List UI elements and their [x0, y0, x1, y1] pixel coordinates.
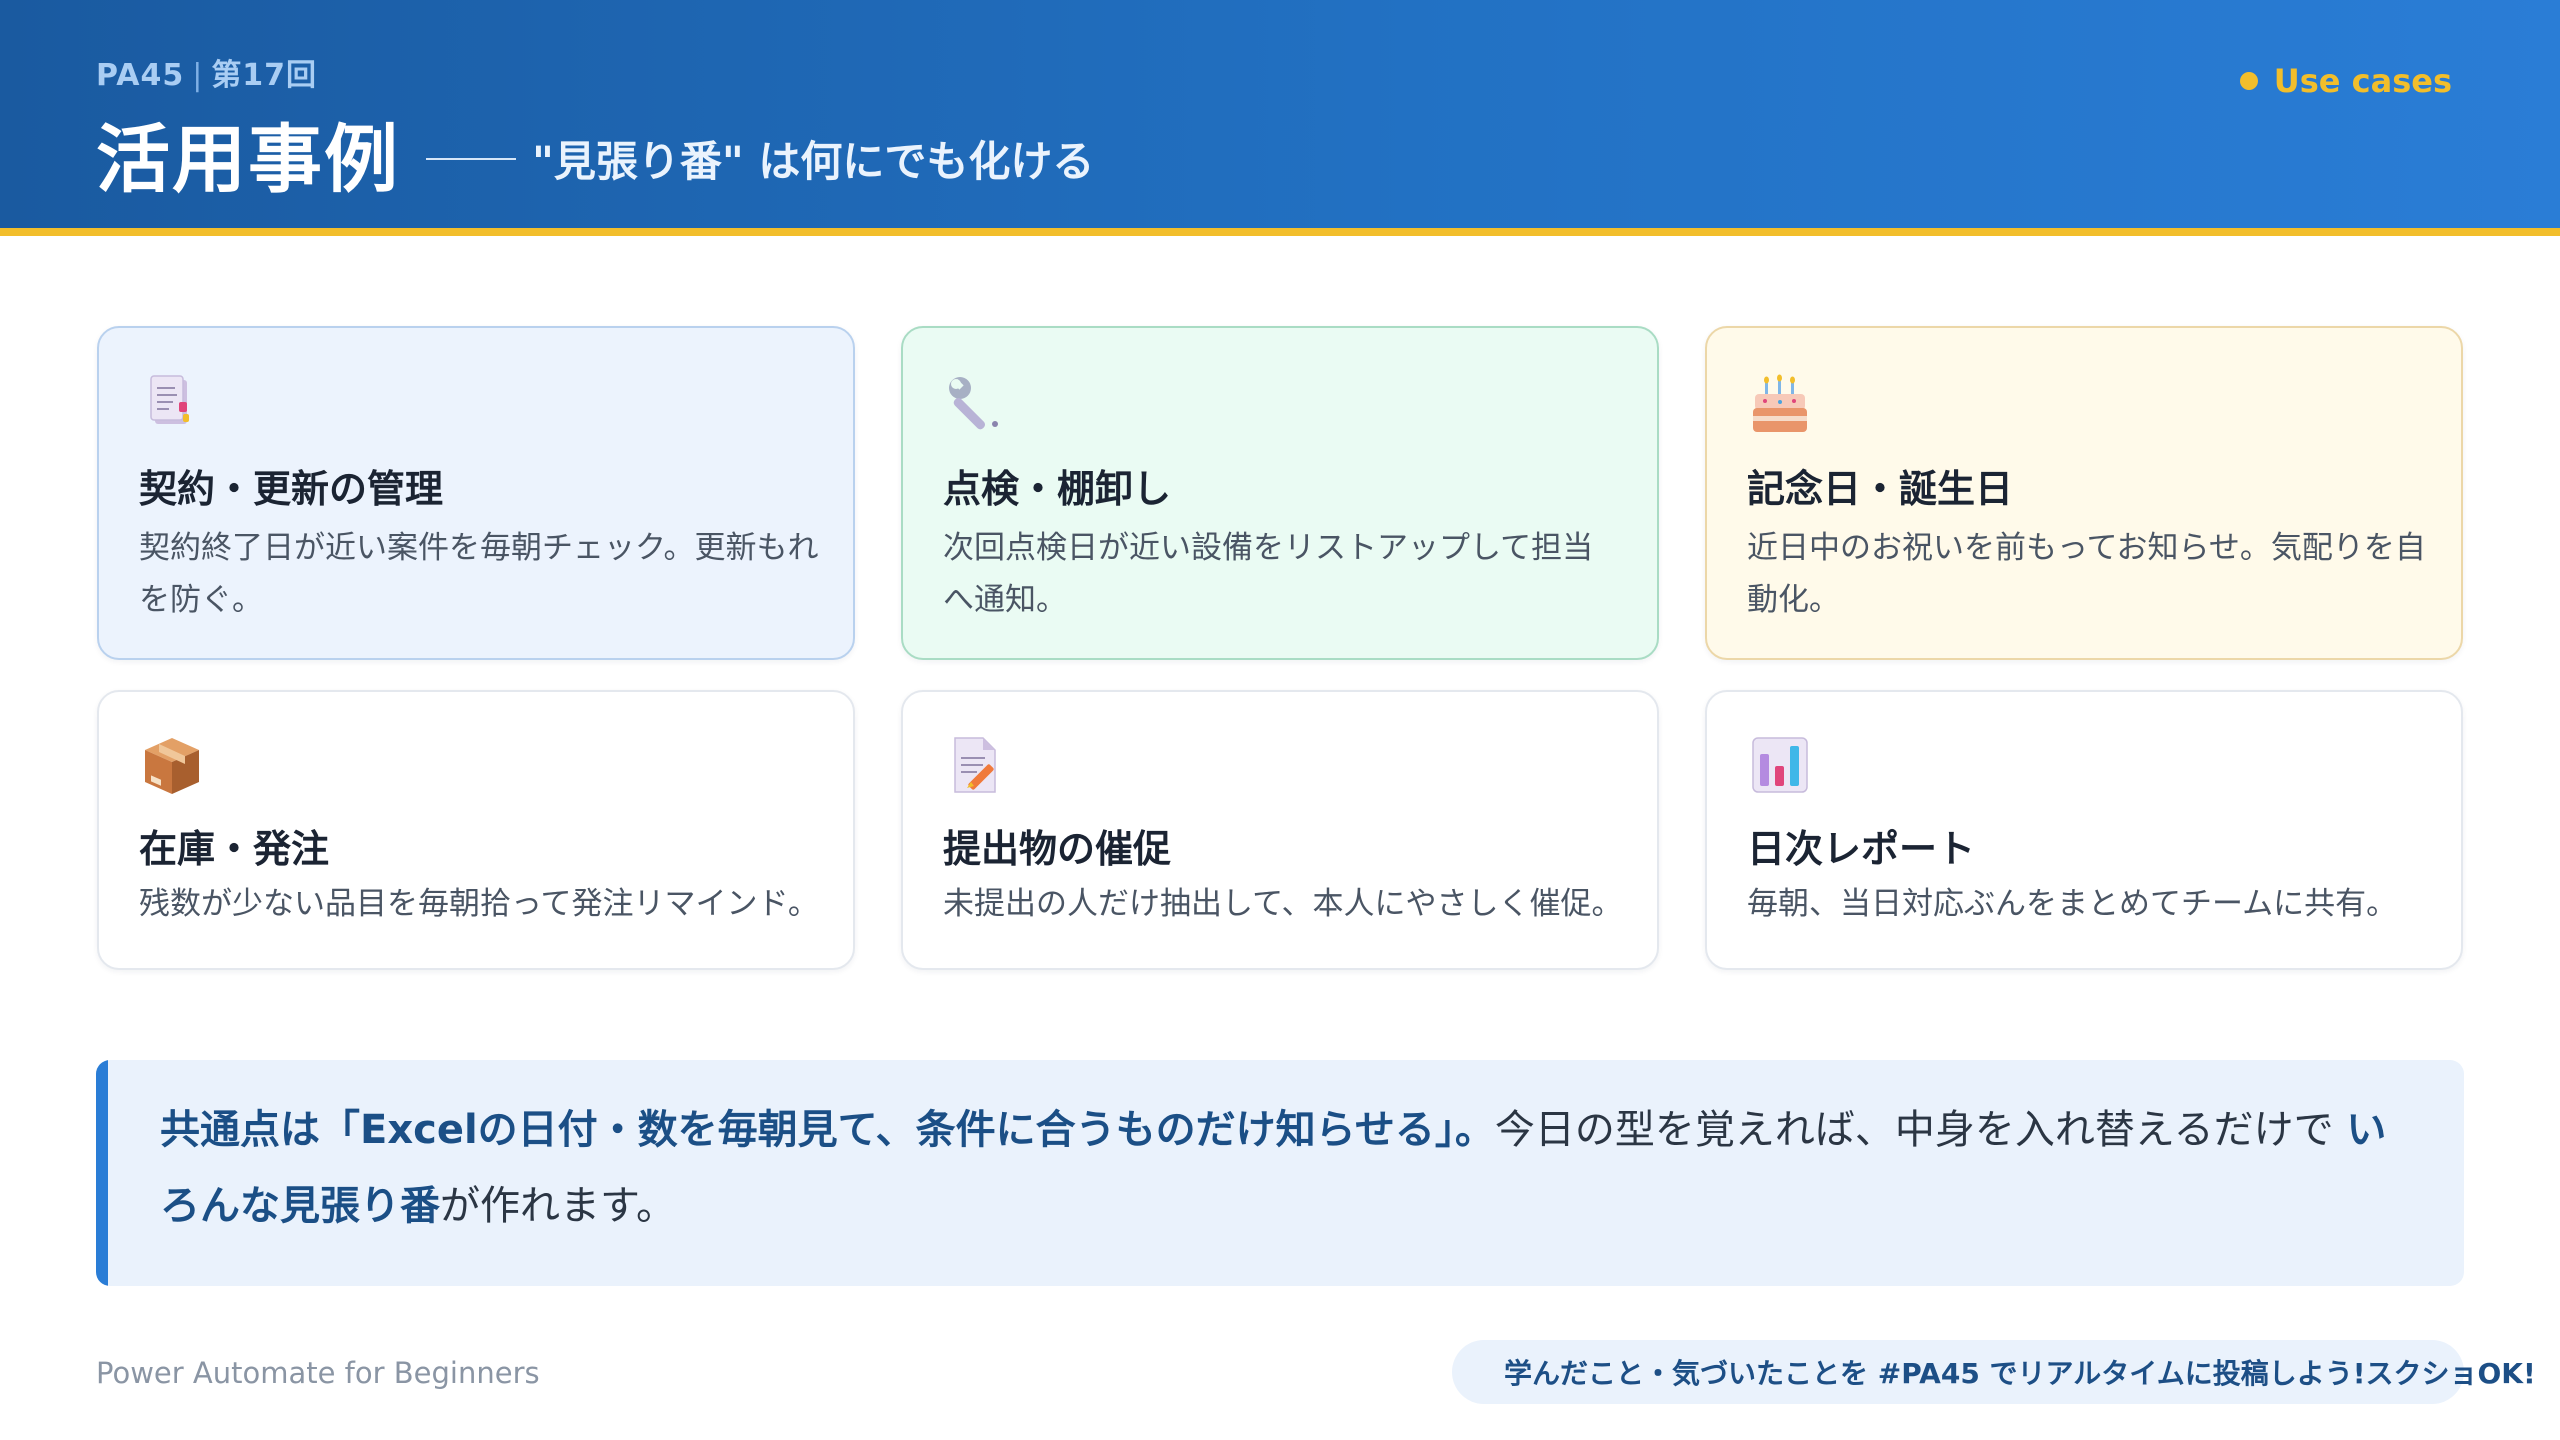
package-box-icon	[145, 738, 199, 794]
callout-text: 共通点は「Excelの日付・数を毎朝見て、条件に合うものだけ知らせる」。今日の型…	[160, 1092, 2420, 1244]
card-description: 近日中のお祝いを前もってお知らせ。気配りを自動化。	[1747, 530, 2426, 618]
header-banner: PA45 | 第17回 活用事例 "見張り番" は何にでも化ける Use cases	[0, 0, 2560, 228]
use-case-card-inspection: 点検・棚卸し 次回点検日が近い設備をリストアップして担当へ通知。	[901, 326, 1659, 660]
callout-lead: 共通点は「Excelの日付・数を毎朝見て、条件に合うものだけ知らせる」。	[160, 1107, 1495, 1153]
use-case-card-contracts: 契約・更新の管理 契約終了日が近い案件を毎朝チェック。更新もれを防ぐ。	[97, 326, 855, 660]
hashtag-prompt-text: 学んだこと・気づいたことを #PA45 でリアルタイムに投稿しよう!スクショOK…	[1504, 1357, 2536, 1390]
page-title: 活用事例	[96, 117, 400, 203]
bullet-dot-icon	[2239, 72, 2258, 90]
session-number: 第17回	[211, 58, 318, 93]
card-title: 点検・棚卸し	[943, 467, 1172, 511]
callout-tail: が作れます。	[440, 1183, 676, 1229]
card-title: 日次レポート	[1747, 827, 1976, 871]
card-description: 毎朝、当日対応ぶんをまとめてチームに共有。	[1747, 886, 2398, 922]
header-accent-rule	[0, 228, 2560, 236]
card-description: 残数が少ない品目を毎朝拾って発注リマインド。	[139, 886, 819, 922]
section-tag: Use cases	[2239, 62, 2452, 100]
callout-middle: 今日の型を覚えれば、中身を入れ替えるだけで	[1494, 1107, 2347, 1153]
use-case-card-inventory: 在庫・発注 残数が少ない品目を毎朝拾って発注リマインド。	[97, 690, 855, 970]
card-title: 記念日・誕生日	[1747, 467, 2014, 511]
use-case-card-anniversary: 記念日・誕生日 近日中のお祝いを前もってお知らせ。気配りを自動化。	[1705, 326, 2463, 660]
card-description: 次回点検日が近い設備をリストアップして担当へ通知。	[943, 530, 1594, 618]
memo-pencil-icon	[954, 737, 996, 793]
card-description: 未提出の人だけ抽出して、本人にやさしく催促。	[943, 886, 1623, 922]
bar-chart-icon	[1752, 737, 1808, 793]
page-subtitle: "見張り番" は何にでも化ける	[426, 118, 1094, 189]
subtitle-text: "見張り番" は何にでも化ける	[532, 137, 1095, 186]
kicker-separator: |	[192, 58, 204, 93]
course-code: PA45	[96, 58, 185, 93]
use-case-card-submissions: 提出物の催促 未提出の人だけ抽出して、本人にやさしく催促。	[901, 690, 1659, 970]
card-title: 提出物の催促	[943, 827, 1172, 871]
footer-brand: Power Automate for Beginners	[96, 1356, 540, 1390]
session-kicker: PA45 | 第17回	[96, 50, 317, 94]
wrench-icon	[949, 377, 998, 430]
birthday-cake-icon	[1753, 374, 1807, 432]
use-case-card-daily-report: 日次レポート 毎朝、当日対応ぶんをまとめてチームに共有。	[1705, 690, 2463, 970]
hashtag-prompt-pill: 学んだこと・気づいたことを #PA45 でリアルタイムに投稿しよう!スクショOK…	[1452, 1340, 2536, 1404]
section-tag-label: Use cases	[2273, 62, 2452, 100]
contract-document-icon	[150, 375, 189, 424]
callout-accent-bar	[96, 1060, 108, 1286]
subtitle-dash	[426, 157, 516, 160]
title-row: 活用事例 "見張り番" は何にでも化ける	[96, 100, 1094, 207]
card-title: 在庫・発注	[139, 827, 330, 871]
key-takeaway-callout: 共通点は「Excelの日付・数を毎朝見て、条件に合うものだけ知らせる」。今日の型…	[96, 1060, 2464, 1286]
card-description: 契約終了日が近い案件を毎朝チェック。更新もれを防ぐ。	[139, 530, 819, 618]
card-title: 契約・更新の管理	[139, 467, 444, 511]
